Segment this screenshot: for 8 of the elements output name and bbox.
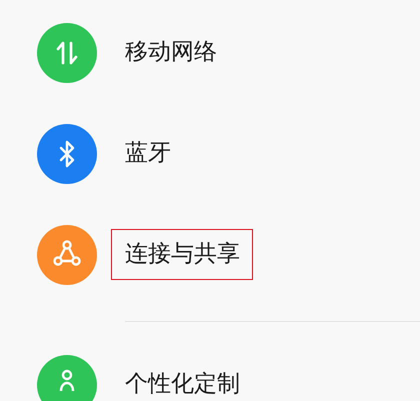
settings-item[interactable]: 蓝牙	[0, 103, 420, 204]
setting-label: 个性化定制	[125, 372, 240, 398]
setting-label: 连接与共享	[125, 240, 240, 267]
setting-label: 移动网络	[125, 40, 217, 66]
setting-label: 蓝牙	[125, 140, 171, 166]
settings-item[interactable]: 个性化定制	[0, 334, 420, 401]
settings-item[interactable]: 连接与共享	[0, 204, 420, 305]
settings-item[interactable]: 移动网络	[0, 2, 420, 103]
